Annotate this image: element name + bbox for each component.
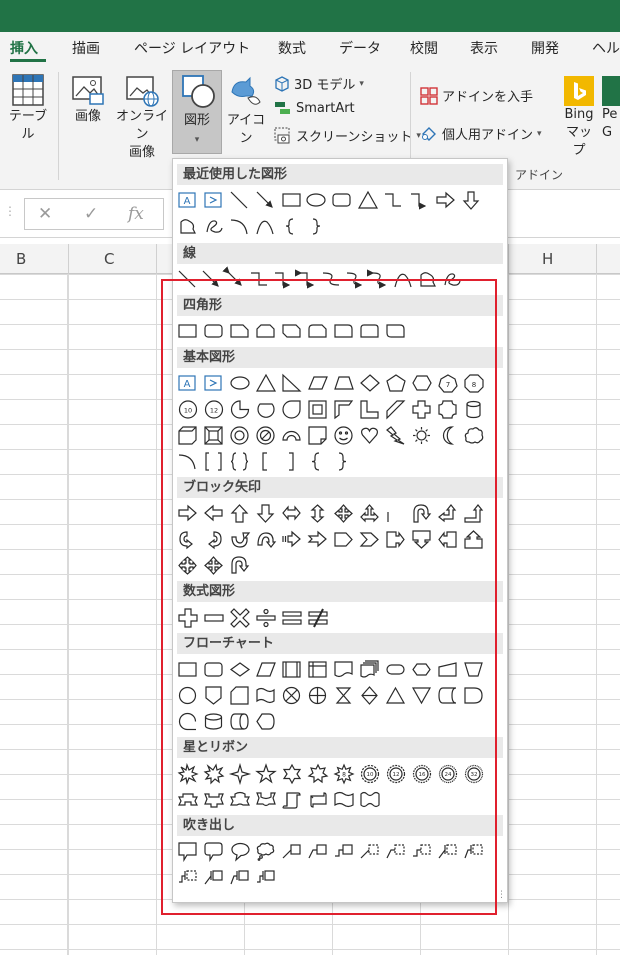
ribbon-tabs: 挿入 描画 ページ レイアウト 数式 データ 校閲 表示 開発 ヘル bbox=[0, 32, 620, 62]
column-separator bbox=[156, 244, 157, 274]
right-brace-shape[interactable] bbox=[312, 218, 321, 235]
title-bar bbox=[0, 0, 620, 32]
3d-model-caret: ▾ bbox=[359, 78, 364, 89]
tab-developer[interactable]: 開発 bbox=[531, 38, 559, 58]
people-graph-button[interactable]: Pe G bbox=[602, 76, 620, 142]
image-button[interactable]: 画像 bbox=[66, 72, 110, 126]
table-icon bbox=[12, 74, 44, 106]
3d-model-label: 3D モデル bbox=[294, 78, 356, 93]
gallery-resize-handle-icon[interactable]: ⋮ bbox=[497, 890, 506, 900]
addin-icon bbox=[422, 126, 436, 141]
scribble-shape[interactable] bbox=[206, 220, 223, 233]
column-separator bbox=[596, 244, 597, 274]
rounded-rectangle-shape[interactable] bbox=[332, 193, 351, 207]
oval-shape[interactable] bbox=[306, 193, 326, 207]
left-brace-shape[interactable] bbox=[285, 218, 294, 235]
arc-shape[interactable] bbox=[230, 219, 248, 235]
icons-icon bbox=[231, 76, 261, 105]
cancel-icon[interactable]: ✕ bbox=[38, 204, 52, 224]
column-separator bbox=[68, 244, 69, 274]
get-addins-button[interactable]: アドインを入手 bbox=[420, 86, 533, 105]
column-header-b[interactable]: B bbox=[16, 250, 26, 268]
get-addins-label: アドインを入手 bbox=[442, 90, 534, 105]
column-header-h[interactable]: H bbox=[542, 250, 553, 268]
online-picture-icon bbox=[126, 76, 159, 107]
smartart-icon bbox=[275, 102, 290, 114]
enter-icon[interactable]: ✓ bbox=[84, 204, 98, 224]
textbox-shape[interactable]: A bbox=[178, 192, 196, 208]
rectangle-shape[interactable] bbox=[282, 193, 301, 207]
online-image-label-2: 画像 bbox=[128, 145, 155, 160]
my-addins-caret: ▾ bbox=[537, 128, 542, 139]
icons-label: アイコン bbox=[226, 113, 266, 146]
ribbon-separator bbox=[58, 72, 59, 180]
arrow-line-shape[interactable] bbox=[256, 191, 273, 208]
picture-icon bbox=[72, 76, 104, 105]
smartart-label: SmartArt bbox=[296, 100, 355, 116]
shapes-icon bbox=[182, 75, 215, 108]
cube-icon bbox=[275, 75, 289, 92]
screenshot-button[interactable]: スクリーンショット ▾ bbox=[274, 126, 421, 145]
down-arrow-shape[interactable] bbox=[462, 191, 480, 210]
vertical-textbox-shape[interactable] bbox=[204, 192, 222, 208]
tab-page-layout[interactable]: ページ レイアウト bbox=[134, 38, 250, 58]
insert-function-button[interactable]: fx bbox=[128, 204, 144, 224]
shapes-label: 図形 bbox=[183, 113, 210, 128]
addins-group-label: アドイン bbox=[515, 168, 564, 182]
people-graph-label-2: G bbox=[602, 125, 613, 140]
smartart-button[interactable]: SmartArt bbox=[274, 100, 355, 116]
line-shape[interactable] bbox=[230, 191, 248, 209]
tab-data[interactable]: データ bbox=[339, 38, 381, 58]
name-box-grip-icon: ⋮ bbox=[4, 204, 16, 218]
tab-view[interactable]: 表示 bbox=[470, 38, 498, 58]
selection-highlight-box bbox=[161, 279, 497, 915]
tab-help[interactable]: ヘル bbox=[592, 38, 620, 58]
bing-label-2: マップ bbox=[565, 125, 592, 158]
bing-label-1: Bing bbox=[564, 107, 594, 122]
right-arrow-shape[interactable] bbox=[436, 191, 455, 209]
column-header-c[interactable]: C bbox=[104, 250, 114, 268]
icons-button[interactable]: アイコン bbox=[222, 72, 270, 148]
triangle-shape[interactable] bbox=[357, 190, 379, 209]
my-addins-button[interactable]: 個人用アドイン ▾ bbox=[420, 124, 542, 143]
curve-shape[interactable] bbox=[256, 220, 274, 235]
tab-draw[interactable]: 描画 bbox=[72, 38, 100, 58]
image-label: 画像 bbox=[74, 109, 101, 124]
people-graph-icon bbox=[602, 76, 620, 106]
table-button[interactable]: テーブル bbox=[4, 72, 52, 144]
shapes-dropdown-caret: ▾ bbox=[194, 135, 200, 145]
elbow-arrow-connector-shape[interactable] bbox=[411, 193, 427, 210]
svg-text:A: A bbox=[184, 196, 191, 207]
bing-icon bbox=[564, 76, 594, 106]
screenshot-icon bbox=[274, 127, 290, 143]
shapes-button[interactable]: 図形 ▾ bbox=[172, 72, 222, 149]
people-graph-label-1: Pe bbox=[602, 107, 618, 122]
table-label: テーブル bbox=[8, 109, 48, 142]
3d-model-button[interactable]: 3D モデル ▾ bbox=[274, 74, 364, 93]
tab-insert[interactable]: 挿入 bbox=[10, 38, 38, 58]
worksheet-grid-left[interactable] bbox=[0, 274, 68, 955]
online-image-button[interactable]: オンライン 画像 bbox=[112, 72, 172, 162]
tab-review[interactable]: 校閲 bbox=[410, 38, 438, 58]
screenshot-label: スクリーンショット bbox=[296, 130, 413, 145]
freeform-shape[interactable] bbox=[180, 219, 196, 234]
bing-maps-button[interactable]: Bing マップ bbox=[560, 76, 598, 160]
store-icon bbox=[420, 86, 438, 105]
my-addins-label: 個人用アドイン bbox=[442, 128, 534, 143]
tab-formulas[interactable]: 数式 bbox=[278, 38, 306, 58]
online-image-label-1: オンライン bbox=[115, 109, 168, 142]
elbow-connector-shape[interactable] bbox=[385, 193, 401, 207]
